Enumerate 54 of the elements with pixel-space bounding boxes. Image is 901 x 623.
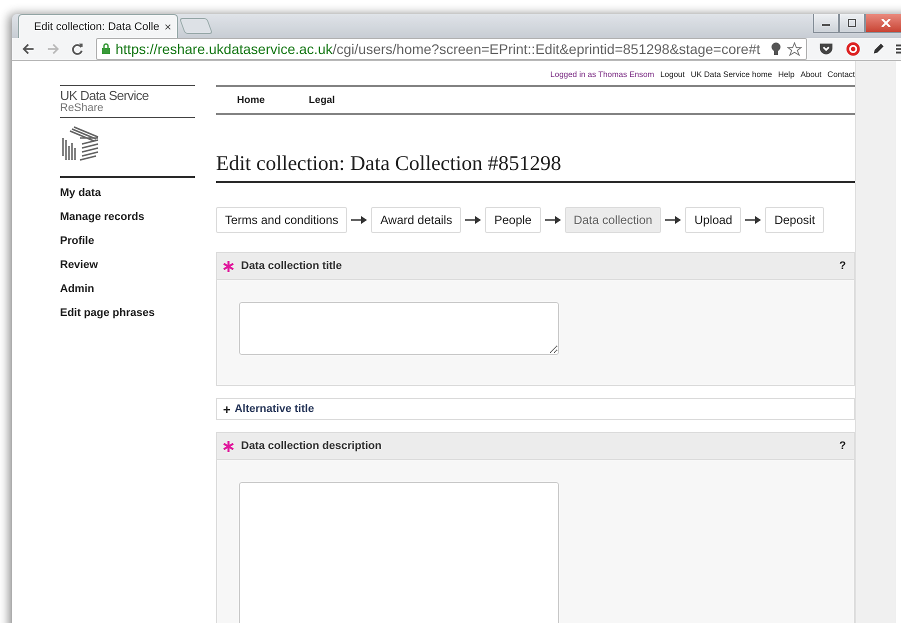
expand-toggle[interactable]: + bbox=[223, 402, 231, 416]
tab-close-button[interactable]: × bbox=[164, 20, 172, 34]
step-button[interactable]: Deposit bbox=[765, 207, 824, 233]
collapsed-section[interactable]: + Alternative title bbox=[216, 398, 855, 420]
help-link[interactable]: ? bbox=[839, 260, 846, 272]
step-button[interactable]: Terms and conditions bbox=[216, 207, 348, 233]
back-icon[interactable] bbox=[22, 42, 34, 56]
stop-sign-icon[interactable] bbox=[846, 41, 860, 57]
header-link[interactable]: Logout bbox=[660, 70, 685, 81]
section-title: Data collection description bbox=[241, 440, 382, 452]
header-link[interactable]: About bbox=[800, 70, 822, 81]
step-button[interactable]: Award details bbox=[371, 207, 462, 233]
header-link[interactable]: UK Data Service home bbox=[690, 70, 772, 81]
section-title: Alternative title bbox=[234, 403, 314, 415]
logo-product: ReShare bbox=[60, 102, 104, 114]
scrollbar[interactable] bbox=[855, 61, 896, 623]
sidebar-link[interactable]: Review bbox=[60, 258, 195, 273]
star-icon[interactable] bbox=[787, 42, 802, 56]
section-title: Data collection title bbox=[241, 260, 342, 272]
maximize-icon bbox=[847, 19, 857, 27]
address-bar[interactable]: https://reshare.ukdataservice.ac.uk/cgi/users/home?screen=EPrint::Edit&eprintid=851298&stage=core#t bbox=[96, 38, 808, 60]
sidebar-link[interactable]: Admin bbox=[60, 282, 195, 297]
nav-link[interactable]: Legal bbox=[308, 94, 335, 106]
maximize-button[interactable] bbox=[839, 14, 865, 33]
arrow-icon bbox=[544, 216, 561, 224]
tab-title: Edit collection: Data Colle bbox=[34, 20, 160, 32]
close-icon bbox=[881, 19, 891, 27]
arrow-icon bbox=[465, 216, 482, 224]
sidebar-link[interactable]: My data bbox=[60, 186, 195, 201]
nav-link[interactable]: Home bbox=[237, 94, 265, 106]
header-link[interactable]: Help bbox=[778, 70, 795, 81]
arrow-icon bbox=[745, 216, 762, 224]
login-status: Logged in as Thomas Ensom bbox=[550, 70, 654, 81]
logo-icon bbox=[60, 126, 100, 162]
arrow-icon bbox=[665, 216, 682, 224]
sidebar-link[interactable]: Manage records bbox=[60, 210, 195, 225]
page-heading: Edit collection: Data Collection #851298 bbox=[216, 151, 855, 183]
sidebar-link[interactable]: Edit page phrases bbox=[60, 306, 195, 321]
reload-icon[interactable] bbox=[71, 42, 84, 56]
sidebar-link[interactable]: Profile bbox=[60, 234, 195, 249]
arrow-icon bbox=[351, 216, 368, 224]
lightbulb-icon[interactable] bbox=[770, 42, 782, 56]
step-button[interactable]: Upload bbox=[685, 207, 742, 233]
pencil-icon[interactable] bbox=[872, 42, 884, 56]
header-link[interactable]: Contact bbox=[827, 70, 855, 81]
pocket-icon[interactable] bbox=[819, 42, 834, 56]
lock-icon bbox=[100, 43, 110, 55]
close-window-button[interactable] bbox=[865, 14, 901, 33]
browser-tab[interactable]: Edit collection: Data Colle × bbox=[18, 14, 178, 38]
help-link[interactable]: ? bbox=[839, 440, 846, 452]
step-button[interactable]: Data collection bbox=[564, 207, 662, 233]
logo-name: UK Data Service bbox=[60, 89, 150, 102]
step-button[interactable]: People bbox=[485, 207, 541, 233]
minimize-button[interactable] bbox=[813, 14, 839, 33]
